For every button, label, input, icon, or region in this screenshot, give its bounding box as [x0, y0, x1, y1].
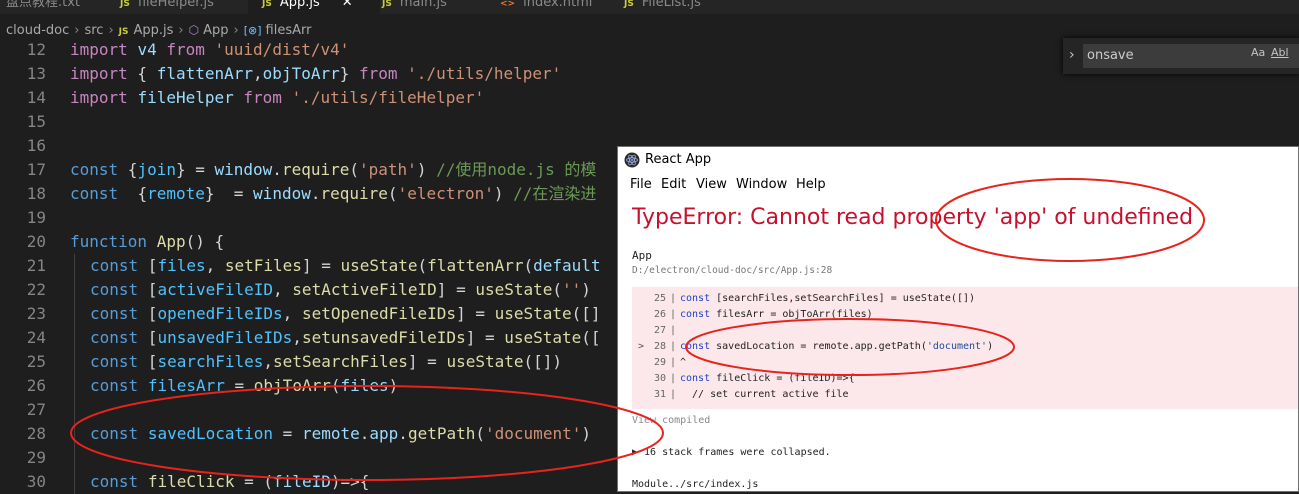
line-number: 23 — [26, 304, 46, 323]
code-text: const [files, setFiles] = useState(flatt… — [90, 256, 601, 275]
line-number: 18 — [26, 184, 46, 203]
chevron-right-icon[interactable]: › — [1069, 47, 1075, 63]
line-number: 13 — [26, 64, 46, 83]
js-file-icon: JS — [624, 0, 634, 9]
line-number: 17 — [26, 160, 46, 179]
breadcrumb-component[interactable]: App — [203, 23, 228, 38]
variable-icon: [⊗] — [243, 24, 262, 37]
line-number: 14 — [26, 88, 46, 107]
line-number: 22 — [26, 280, 46, 299]
view-compiled-link[interactable]: View compiled — [632, 415, 710, 426]
breadcrumb-file[interactable]: App.js — [133, 23, 173, 38]
menu-edit[interactable]: Edit — [661, 175, 686, 195]
tab-filehelper[interactable]: JS fileHelper.js — [120, 0, 214, 14]
code-text: import v4 from 'uuid/dist/v4' — [70, 40, 350, 59]
tab-label: App.js — [279, 0, 320, 10]
line-number: 20 — [26, 232, 46, 251]
collapsed-frames-toggle[interactable]: ▶ 16 stack frames were collapsed. — [632, 447, 831, 458]
code-text: const filesArr = objToArr(files) — [90, 376, 399, 395]
code-text: import fileHelper from './utils/fileHelp… — [70, 88, 485, 107]
tab-filelist-js[interactable]: JS FileList.js — [624, 0, 701, 14]
code-text: const savedLocation = remote.app.getPath… — [90, 424, 591, 443]
code-text: import { flattenArr,objToArr} from './ut… — [70, 64, 562, 83]
code-text: const [openedFileIDs, setOpenedFileIDs] … — [90, 304, 601, 323]
line-number: 30 — [26, 472, 46, 491]
breadcrumb-root[interactable]: cloud-doc — [6, 23, 69, 38]
line-number: 15 — [26, 112, 46, 131]
menu-view[interactable]: View — [696, 175, 727, 195]
code-text: const [unsavedFileIDs,setunsavedFileIDs]… — [90, 328, 601, 347]
cube-icon: ⬡ — [188, 23, 200, 37]
line-number: 27 — [26, 400, 46, 419]
tab-txt-file[interactable]: 盘点教程.txt — [6, 0, 80, 14]
error-title: TypeError: Cannot read property 'app' of… — [632, 205, 1194, 230]
error-component: App — [632, 249, 652, 262]
window-title: React App — [645, 152, 712, 167]
line-number: 25 — [26, 352, 46, 371]
tab-label: index.html — [523, 0, 593, 10]
tab-label: main.js — [399, 0, 447, 10]
tab-main-js[interactable]: JS main.js — [382, 0, 447, 14]
error-code-snippet: 25 | const [searchFiles,setSearchFiles] = … — [632, 287, 1298, 409]
module-frame: Module../src/index.js — [632, 479, 759, 490]
line-number: 28 — [26, 424, 46, 443]
breadcrumb: cloud-doc › src › JS App.js › ⬡ App › [⊗] filesArr — [0, 20, 311, 40]
js-file-icon: JS — [262, 0, 272, 9]
code-text: const [activeFileID, setActiveFileID] = … — [90, 280, 591, 299]
line-number: 21 — [26, 256, 46, 275]
tab-index-html[interactable]: <> index.html — [500, 0, 592, 14]
code-text: function App() { — [70, 232, 225, 251]
tab-app-js[interactable]: JS App.js ✕ — [248, 0, 380, 14]
menu-file[interactable]: File — [630, 175, 652, 195]
line-number: 29 — [26, 448, 46, 467]
tab-label: FileList.js — [641, 0, 701, 10]
chevron-right-icon: › — [108, 23, 114, 38]
find-widget: › onsave Aa Abl — [1063, 38, 1299, 74]
code-text: const {join} = window.require('path') //… — [70, 160, 597, 179]
find-input[interactable]: onsave — [1083, 44, 1299, 68]
indent-guide — [74, 254, 75, 494]
code-text: const {remote} = window.require('electro… — [70, 184, 597, 203]
line-number: 26 — [26, 376, 46, 395]
match-case-button[interactable]: Aa — [1251, 46, 1265, 59]
line-number: 24 — [26, 328, 46, 347]
menu-window[interactable]: Window — [736, 175, 787, 195]
editor-tab-bar: 盘点教程.txt JS fileHelper.js JS App.js ✕ JS mai… — [0, 0, 1299, 14]
error-file-path[interactable]: D:/electron/cloud-doc/src/App.js:28 — [632, 265, 832, 276]
chevron-right-icon: › — [233, 23, 239, 38]
breadcrumb-folder[interactable]: src — [84, 23, 103, 38]
js-file-icon: JS — [118, 27, 129, 37]
tab-label: fileHelper.js — [137, 0, 214, 10]
react-logo-icon — [624, 152, 640, 168]
code-text: const [searchFiles,setSearchFiles] = use… — [90, 352, 563, 371]
breadcrumb-symbol[interactable]: filesArr — [266, 23, 312, 38]
chevron-right-icon: › — [74, 23, 80, 38]
html-file-icon: <> — [500, 0, 516, 9]
menu-help[interactable]: Help — [796, 175, 826, 195]
close-icon[interactable]: ✕ — [342, 0, 353, 10]
window-titlebar[interactable]: React App — [618, 147, 1298, 173]
line-number: 16 — [26, 136, 46, 155]
line-number: 19 — [26, 208, 46, 227]
tab-label: 盘点教程.txt — [6, 0, 81, 10]
line-number: 12 — [26, 40, 46, 59]
js-file-icon: JS — [382, 0, 392, 9]
chevron-right-icon: › — [178, 23, 184, 38]
code-text: const fileClick = (fileID)=>{ — [90, 472, 370, 491]
react-app-window: React App File Edit View Window Help Typ… — [617, 146, 1299, 492]
whole-word-button[interactable]: Abl — [1271, 46, 1289, 59]
js-file-icon: JS — [120, 0, 130, 9]
